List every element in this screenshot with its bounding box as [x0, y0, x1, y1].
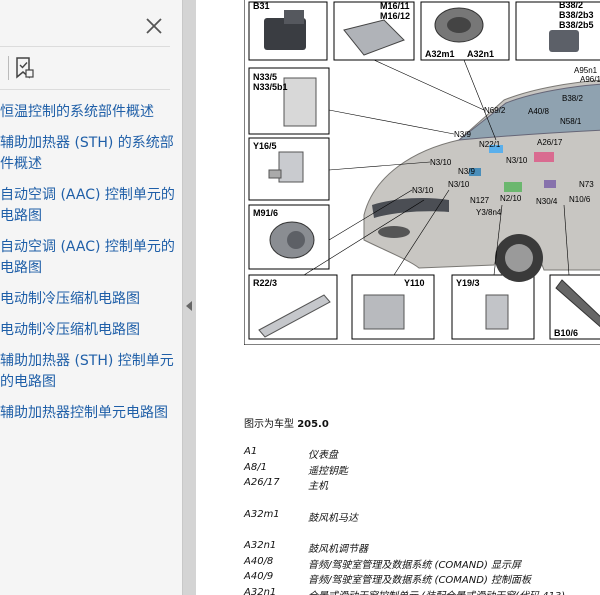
outline-item[interactable]: 电动制冷压缩机电路图 — [0, 289, 176, 310]
outline-list: 恒温控制的系统部件概述 辅助加热器 (STH) 的系统部件概述 自动空调 (AA… — [0, 102, 176, 434]
legend-desc: 音频/驾驶室管理及数据系统 (COMAND) 控制面板 — [308, 575, 532, 586]
svg-text:N22/1: N22/1 — [479, 140, 501, 149]
svg-text:N73: N73 — [579, 180, 594, 189]
label-a32m1: A32m1 — [425, 49, 455, 59]
figure-caption: 图示为车型 205.0 — [244, 415, 329, 430]
svg-text:N2/10: N2/10 — [500, 194, 522, 203]
svg-text:N3/9: N3/9 — [454, 130, 471, 139]
legend-code: A1 — [244, 446, 258, 457]
legend-desc: 遥控钥匙 — [308, 465, 348, 477]
outline-item[interactable]: 电动制冷压缩机电路图 — [0, 320, 176, 341]
legend-code: A32m1 — [244, 508, 280, 520]
toolbar-separator — [8, 56, 9, 80]
legend-code: A40/8 — [244, 555, 274, 567]
outline-item[interactable]: 恒温控制的系统部件概述 — [0, 102, 176, 123]
legend-desc: 主机 — [308, 481, 328, 492]
component-location-figure: B31 M16/11 M16/12 A32m1 A32n1 B38/2 B38/… — [244, 0, 600, 345]
label-b38-2b5: B38/2b5 — [559, 20, 594, 30]
svg-text:N3/10: N3/10 — [430, 158, 452, 167]
legend-row: A8/1 遥控钥匙 — [244, 462, 600, 478]
legend-code: A32n1 — [244, 586, 277, 595]
caption-prefix: 图示为车型 — [244, 419, 294, 430]
svg-text:A40/8: A40/8 — [528, 107, 549, 116]
legend-code: A32n1 — [244, 540, 277, 551]
label-m91-6: M91/6 — [253, 208, 278, 218]
outline-item[interactable]: 辅助加热器 (STH) 的系统部件概述 — [0, 133, 176, 175]
svg-text:N3/9: N3/9 — [458, 167, 475, 176]
svg-text:N3/10: N3/10 — [506, 156, 528, 165]
svg-text:A95n1: A95n1 — [574, 66, 598, 75]
caption-model: 205.0 — [297, 419, 329, 430]
legend-desc: 仪表盘 — [308, 450, 338, 461]
legend-row: A32n1 全景式滑动天窗控制单元 (装配全景式滑动天窗(代码 413) — [244, 587, 600, 595]
label-b38-2b3: B38/2b3 — [559, 10, 594, 20]
label-r22-3: R22/3 — [253, 278, 277, 288]
svg-text:N3/10: N3/10 — [412, 186, 434, 195]
label-m16-12: M16/12 — [380, 11, 410, 21]
svg-text:Y3/8n4: Y3/8n4 — [476, 208, 502, 217]
label-a32n1: A32n1 — [467, 49, 494, 59]
svg-text:N127: N127 — [470, 196, 490, 205]
close-sidebar-button[interactable] — [142, 14, 166, 38]
svg-text:A26/17: A26/17 — [537, 138, 563, 147]
svg-text:A96/1: A96/1 — [580, 75, 600, 84]
svg-text:N30/4: N30/4 — [536, 197, 558, 206]
svg-text:B38/2: B38/2 — [562, 94, 583, 103]
label-n33-5b1: N33/5b1 — [253, 82, 288, 92]
bookmark-icon — [16, 57, 34, 79]
document-page: B31 M16/11 M16/12 A32m1 A32n1 B38/2 B38/… — [196, 0, 600, 595]
legend-desc: 鼓风机调节器 — [308, 544, 368, 555]
divider — [0, 89, 170, 90]
label-m16-11: M16/11 — [380, 1, 410, 11]
outline-item[interactable]: 自动空调 (AAC) 控制单元的电路图 — [0, 237, 176, 279]
label-b38-2: B38/2 — [559, 0, 583, 10]
svg-text:N69/2: N69/2 — [484, 106, 506, 115]
legend-row: A32n1 鼓风机调节器 — [244, 540, 600, 556]
divider — [0, 46, 170, 47]
outline-item[interactable]: 自动空调 (AAC) 控制单元的电路图 — [0, 185, 176, 227]
legend-desc: 鼓风机马达 — [308, 512, 358, 524]
collapse-sidebar-arrow-icon[interactable] — [186, 301, 192, 311]
outline-sidebar: 恒温控制的系统部件概述 辅助加热器 (STH) 的系统部件概述 自动空调 (AA… — [0, 0, 183, 595]
legend-row: A26/17 主机 — [244, 477, 600, 493]
label-y110: Y110 — [404, 278, 425, 288]
legend-desc: 音频/驾驶室管理及数据系统 (COMAND) 显示屏 — [308, 559, 522, 571]
legend-row: A32m1 鼓风机马达 — [244, 509, 600, 525]
svg-text:N3/10: N3/10 — [448, 180, 470, 189]
legend-row: A1 仪表盘 — [244, 446, 600, 462]
legend-row: A40/9 音频/驾驶室管理及数据系统 (COMAND) 控制面板 — [244, 571, 600, 587]
close-icon — [146, 18, 162, 34]
svg-text:N58/1: N58/1 — [560, 117, 582, 126]
label-y16-5: Y16/5 — [253, 141, 277, 151]
label-n33-5: N33/5 — [253, 72, 277, 82]
label-b10-6: B10/6 — [554, 328, 578, 338]
legend-desc: 全景式滑动天窗控制单元 (装配全景式滑动天窗(代码 413) — [308, 587, 565, 595]
svg-text:N10/6: N10/6 — [569, 195, 591, 204]
legend-code: A40/9 — [244, 571, 274, 582]
outline-item[interactable]: 辅助加热器控制单元电路图 — [0, 403, 176, 424]
outline-item[interactable]: 辅助加热器 (STH) 控制单元的电路图 — [0, 351, 176, 393]
label-y19-3: Y19/3 — [456, 278, 480, 288]
legend-code: A8/1 — [244, 461, 267, 473]
legend-row: A40/8 音频/驾驶室管理及数据系统 (COMAND) 显示屏 — [244, 556, 600, 572]
sidebar-splitter[interactable] — [183, 0, 196, 595]
legend-code: A26/17 — [244, 477, 280, 488]
bookmark-button[interactable] — [12, 55, 36, 81]
component-legend: A1 仪表盘 A8/1 遥控钥匙 A26/17 主机 A32m1 鼓风机马达 A… — [244, 446, 600, 595]
label-b31: B31 — [253, 1, 270, 11]
